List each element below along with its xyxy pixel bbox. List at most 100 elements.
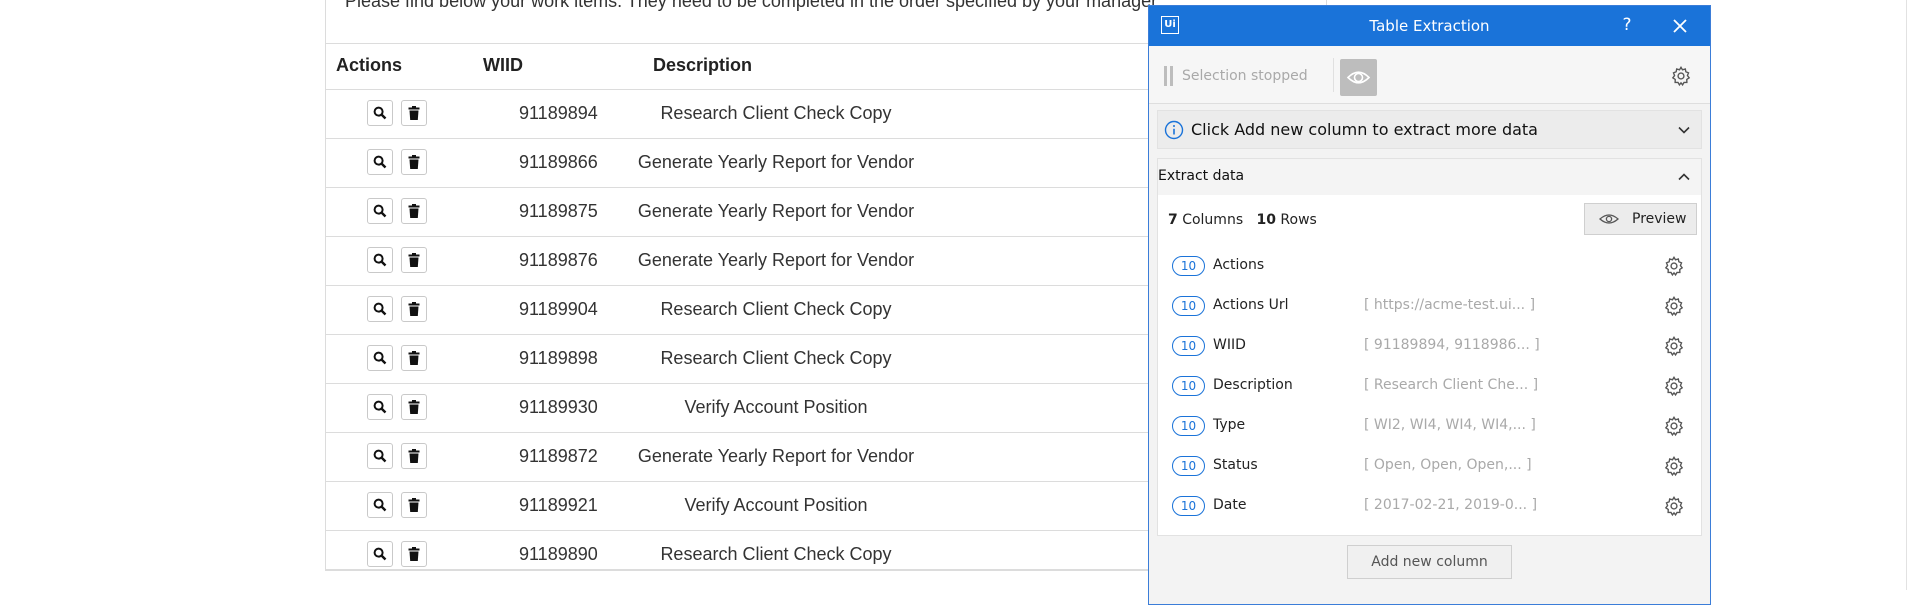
column-value-count-badge: 10 xyxy=(1172,456,1205,476)
eye-icon xyxy=(1599,214,1619,224)
column-settings-gear-icon[interactable] xyxy=(1663,415,1685,437)
table-row: 91189875 Generate Yearly Report for Vendo… xyxy=(326,187,1186,236)
trash-icon xyxy=(408,253,420,267)
search-icon xyxy=(373,449,387,463)
delete-button[interactable] xyxy=(401,443,427,469)
chevron-up-icon[interactable] xyxy=(1676,169,1692,185)
extracted-column-row: 10 Actions Url [ https://acme-test.ui... ] xyxy=(1158,287,1701,327)
delete-button[interactable] xyxy=(401,541,427,567)
column-preview-values: [ https://acme-test.ui... ] xyxy=(1364,297,1536,313)
preview-button[interactable]: Preview xyxy=(1584,203,1697,235)
description-cell: Generate Yearly Report for Vendor xyxy=(637,201,915,221)
column-settings-gear-icon[interactable] xyxy=(1663,375,1685,397)
wiid-cell: 91189921 xyxy=(519,495,598,515)
view-button[interactable] xyxy=(367,149,393,175)
extracted-column-row: 10 Description [ Research Client Che... ] xyxy=(1158,367,1701,407)
toolbar-divider xyxy=(1333,58,1334,92)
search-icon xyxy=(373,400,387,414)
column-count: 7 xyxy=(1168,212,1178,228)
page-scrollbar[interactable] xyxy=(1906,0,1907,590)
search-icon xyxy=(373,253,387,267)
delete-button[interactable] xyxy=(401,345,427,371)
delete-button[interactable] xyxy=(401,492,427,518)
column-name: WIID xyxy=(1213,337,1246,353)
column-value-count-badge: 10 xyxy=(1172,256,1205,276)
search-icon xyxy=(373,351,387,365)
view-button[interactable] xyxy=(367,198,393,224)
view-button[interactable] xyxy=(367,541,393,567)
table-header: Actions WIID Description xyxy=(326,43,1186,89)
table-row: 91189866 Generate Yearly Report for Vendo… xyxy=(326,138,1186,187)
close-icon[interactable] xyxy=(1669,15,1691,37)
table-row: 91189894 Research Client Check Copy xyxy=(326,89,1186,138)
column-preview-values: [ WI2, WI4, WI4, WI4,... ] xyxy=(1364,417,1536,433)
column-name: Type xyxy=(1213,417,1246,433)
column-settings-gear-icon[interactable] xyxy=(1663,495,1685,517)
column-name: Description xyxy=(1213,377,1293,393)
delete-button[interactable] xyxy=(401,247,427,273)
wiid-cell: 91189898 xyxy=(519,348,598,368)
view-button[interactable] xyxy=(367,492,393,518)
column-preview-values: [ 91189894, 9118986... ] xyxy=(1364,337,1540,353)
table-row: 91189898 Research Client Check Copy xyxy=(326,334,1186,383)
extracted-column-row: 10 Type [ WI2, WI4, WI4, WI4,... ] xyxy=(1158,407,1701,447)
table-row: 91189921 Verify Account Position xyxy=(326,481,1186,530)
extracted-column-row: 10 Actions xyxy=(1158,247,1701,287)
add-new-column-button[interactable]: Add new column xyxy=(1347,545,1512,579)
pause-icon[interactable] xyxy=(1164,66,1174,86)
column-settings-gear-icon[interactable] xyxy=(1663,255,1685,277)
info-icon xyxy=(1164,120,1184,140)
column-value-count-badge: 10 xyxy=(1172,496,1205,516)
work-items-table: 91189894 Research Client Check Copy 911898… xyxy=(326,89,1186,579)
column-settings-gear-icon[interactable] xyxy=(1663,335,1685,357)
search-icon xyxy=(373,155,387,169)
table-row: 91189876 Generate Yearly Report for Vendo… xyxy=(326,236,1186,285)
chevron-down-icon[interactable] xyxy=(1676,122,1692,138)
info-banner[interactable]: Click Add new column to extract more dat… xyxy=(1157,110,1702,149)
settings-gear-icon[interactable] xyxy=(1670,65,1692,87)
wiid-cell: 91189890 xyxy=(519,544,598,564)
view-button[interactable] xyxy=(367,296,393,322)
description-cell: Research Client Check Copy xyxy=(660,544,892,564)
intro-text: Please find below your work items. They … xyxy=(345,0,1162,11)
column-settings-gear-icon[interactable] xyxy=(1663,295,1685,317)
view-button[interactable] xyxy=(367,443,393,469)
help-button[interactable]: ? xyxy=(1617,15,1637,35)
search-icon xyxy=(373,204,387,218)
extract-data-header[interactable]: Extract data xyxy=(1158,159,1701,195)
view-button[interactable] xyxy=(367,394,393,420)
column-name: Status xyxy=(1213,457,1258,473)
table-extraction-dialog: Ui Table Extraction ? Selection stopped xyxy=(1148,5,1711,605)
wiid-cell: 91189875 xyxy=(519,201,598,221)
description-cell: Research Client Check Copy xyxy=(660,299,892,319)
preview-label: Preview xyxy=(1632,211,1687,227)
header-description: Description xyxy=(653,55,753,75)
delete-button[interactable] xyxy=(401,394,427,420)
info-text: Click Add new column to extract more dat… xyxy=(1191,120,1538,139)
rows-label: Rows xyxy=(1280,212,1317,228)
description-cell: Generate Yearly Report for Vendor xyxy=(637,152,915,172)
delete-button[interactable] xyxy=(401,100,427,126)
view-button[interactable] xyxy=(367,100,393,126)
delete-button[interactable] xyxy=(401,198,427,224)
header-wiid: WIID xyxy=(483,55,523,75)
view-button[interactable] xyxy=(367,345,393,371)
column-value-count-badge: 10 xyxy=(1172,416,1205,436)
eye-icon xyxy=(1346,71,1371,84)
delete-button[interactable] xyxy=(401,149,427,175)
extracted-column-row: 10 Status [ Open, Open, Open,... ] xyxy=(1158,447,1701,487)
column-preview-values: [ Open, Open, Open,... ] xyxy=(1364,457,1532,473)
highlight-toggle-button[interactable] xyxy=(1340,59,1377,96)
wiid-cell: 91189930 xyxy=(519,397,598,417)
table-row: 91189904 Research Client Check Copy xyxy=(326,285,1186,334)
view-button[interactable] xyxy=(367,247,393,273)
row-count: 10 xyxy=(1256,212,1276,228)
table-row: 91189890 Research Client Check Copy xyxy=(326,530,1186,579)
trash-icon xyxy=(408,204,420,218)
delete-button[interactable] xyxy=(401,296,427,322)
column-settings-gear-icon[interactable] xyxy=(1663,455,1685,477)
dialog-titlebar[interactable]: Ui Table Extraction ? xyxy=(1149,6,1710,46)
column-name: Date xyxy=(1213,497,1247,513)
wiid-cell: 91189894 xyxy=(519,103,598,123)
add-new-column-label: Add new column xyxy=(1371,554,1488,570)
